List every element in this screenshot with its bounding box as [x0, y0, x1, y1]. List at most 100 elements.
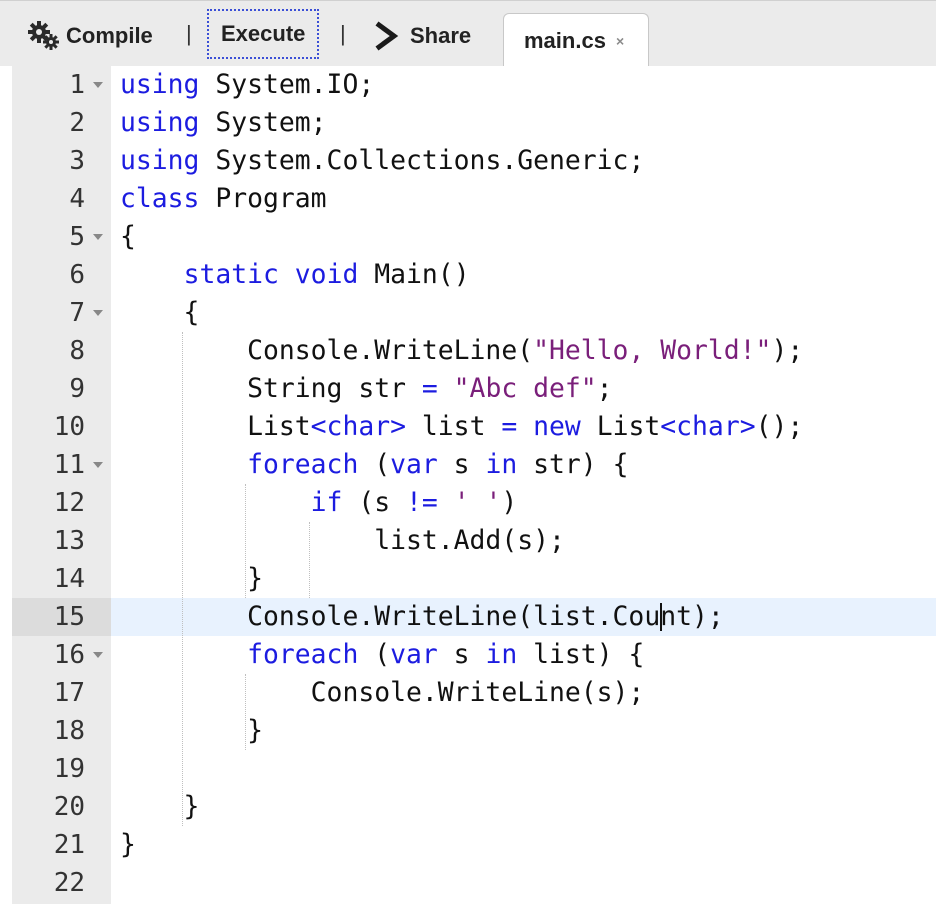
line-number: 12	[53, 488, 85, 518]
line-number: 6	[69, 260, 85, 290]
gutter-cell: 10	[12, 408, 111, 446]
code-line[interactable]: 8 Console.WriteLine("Hello, World!");	[12, 332, 936, 370]
code-cell: static void Main()	[111, 256, 936, 294]
code-line[interactable]: 5{	[12, 218, 936, 256]
code-line[interactable]: 11 foreach (var s in str) {	[12, 446, 936, 484]
code-cell: {	[111, 218, 936, 256]
code-cell: }	[111, 826, 936, 864]
code-cell: {	[111, 294, 936, 332]
gutter-cell: 14	[12, 560, 111, 598]
share-button[interactable]: Share	[372, 21, 471, 51]
toolbar: Compile | Execute | Share main.cs ×	[0, 0, 936, 68]
code-text: list.Add(s);	[120, 525, 565, 556]
execute-label: Execute	[221, 21, 306, 46]
fold-arrow-icon[interactable]	[93, 310, 103, 316]
code-cell: }	[111, 788, 936, 826]
line-number: 4	[69, 184, 85, 214]
line-number: 13	[53, 526, 85, 556]
code-line[interactable]: 20 }	[12, 788, 936, 826]
code-cell: String str = "Abc def";	[111, 370, 936, 408]
line-number: 20	[53, 792, 85, 822]
line-number: 3	[69, 146, 85, 176]
chevron-right-icon	[372, 21, 402, 51]
gutter-cell: 21	[12, 826, 111, 864]
line-number: 7	[69, 298, 85, 328]
line-number: 11	[53, 450, 85, 480]
code-cell: if (s != ' ')	[111, 484, 936, 522]
gutter-cell: 6	[12, 256, 111, 294]
code-line[interactable]: 18 }	[12, 712, 936, 750]
code-line[interactable]: 1 using System.IO;	[12, 66, 936, 104]
line-number: 16	[53, 640, 85, 670]
code-text: {	[120, 297, 200, 328]
code-text: Console.WriteLine(s);	[120, 677, 645, 708]
code-line[interactable]: 10 List<char> list = new List<char>();	[12, 408, 936, 446]
code-line[interactable]: 19	[12, 750, 936, 788]
code-text: Console.WriteLine("Hello, World!");	[120, 335, 804, 366]
code-text: Console.WriteLine(list.Count);	[120, 601, 724, 632]
line-number: 9	[69, 374, 85, 404]
gutter-cell: 20	[12, 788, 111, 826]
code-line[interactable]: 2 using System;	[12, 104, 936, 142]
code-text: foreach (var s in str) {	[247, 449, 629, 480]
line-number: 2	[69, 108, 85, 138]
gutter-cell: 1	[12, 66, 111, 104]
gutter-cell: 15	[12, 598, 111, 636]
code-cell: class Program	[111, 180, 936, 218]
tab-main-cs[interactable]: main.cs ×	[503, 13, 649, 68]
code-line[interactable]: 22	[12, 864, 936, 902]
code-text: }	[120, 715, 263, 746]
fold-arrow-icon[interactable]	[93, 82, 103, 88]
compile-button[interactable]: Compile	[28, 21, 153, 51]
indent-guide	[245, 484, 247, 598]
gutter-cell: 19	[12, 750, 111, 788]
gutter-cell: 12	[12, 484, 111, 522]
code-line[interactable]: 12 if (s != ' ')	[12, 484, 936, 522]
code-cell: Console.WriteLine(s);	[111, 674, 936, 712]
fold-arrow-icon[interactable]	[93, 234, 103, 240]
line-number: 17	[53, 678, 85, 708]
line-number: 1	[69, 70, 85, 100]
toolbar-separator: |	[340, 21, 346, 46]
gutter-cell: 13	[12, 522, 111, 560]
code-text: class Program	[120, 183, 327, 214]
code-cell: Console.WriteLine("Hello, World!");	[111, 332, 936, 370]
line-number: 10	[53, 412, 85, 442]
line-number: 19	[53, 754, 85, 784]
code-line[interactable]: 7 {	[12, 294, 936, 332]
code-editor[interactable]: 1 using System.IO; 2 using System; 3 using Sy…	[12, 66, 936, 904]
code-cell: }	[111, 712, 936, 750]
gutter-cell: 17	[12, 674, 111, 712]
fold-arrow-icon[interactable]	[93, 652, 103, 658]
code-text: }	[120, 829, 136, 860]
code-line[interactable]: 17 Console.WriteLine(s);	[12, 674, 936, 712]
code-cell: using System.IO;	[111, 66, 936, 104]
code-text: using System.Collections.Generic;	[120, 145, 645, 176]
code-line[interactable]: 6 static void Main()	[12, 256, 936, 294]
line-number: 18	[53, 716, 85, 746]
code-line[interactable]: 13 list.Add(s);	[12, 522, 936, 560]
code-text: foreach (var s in list) {	[247, 639, 645, 670]
code-cell: Console.WriteLine(list.Count);	[111, 598, 936, 636]
code-cell: foreach (var s in list) {	[111, 636, 936, 674]
code-text: using System.IO;	[120, 69, 375, 100]
code-line[interactable]: 14 }	[12, 560, 936, 598]
code-line[interactable]: 15 Console.WriteLine(list.Count);	[12, 598, 936, 636]
code-cell	[111, 750, 936, 788]
line-number: 22	[53, 868, 85, 898]
close-icon[interactable]: ×	[616, 33, 624, 49]
code-line[interactable]: 9 String str = "Abc def";	[12, 370, 936, 408]
code-line[interactable]: 4 class Program	[12, 180, 936, 218]
gutter-cell: 22	[12, 864, 111, 902]
code-line[interactable]: 21}	[12, 826, 936, 864]
code-line[interactable]: 16 foreach (var s in list) {	[12, 636, 936, 674]
code-line[interactable]: 3 using System.Collections.Generic;	[12, 142, 936, 180]
code-text: {	[120, 221, 136, 252]
gutter-cell: 18	[12, 712, 111, 750]
line-number: 14	[53, 564, 85, 594]
toolbar-separator: |	[186, 21, 192, 46]
share-label: Share	[410, 23, 472, 48]
fold-arrow-icon[interactable]	[93, 462, 103, 468]
execute-button[interactable]: Execute	[207, 9, 320, 59]
line-number: 15	[53, 602, 85, 632]
